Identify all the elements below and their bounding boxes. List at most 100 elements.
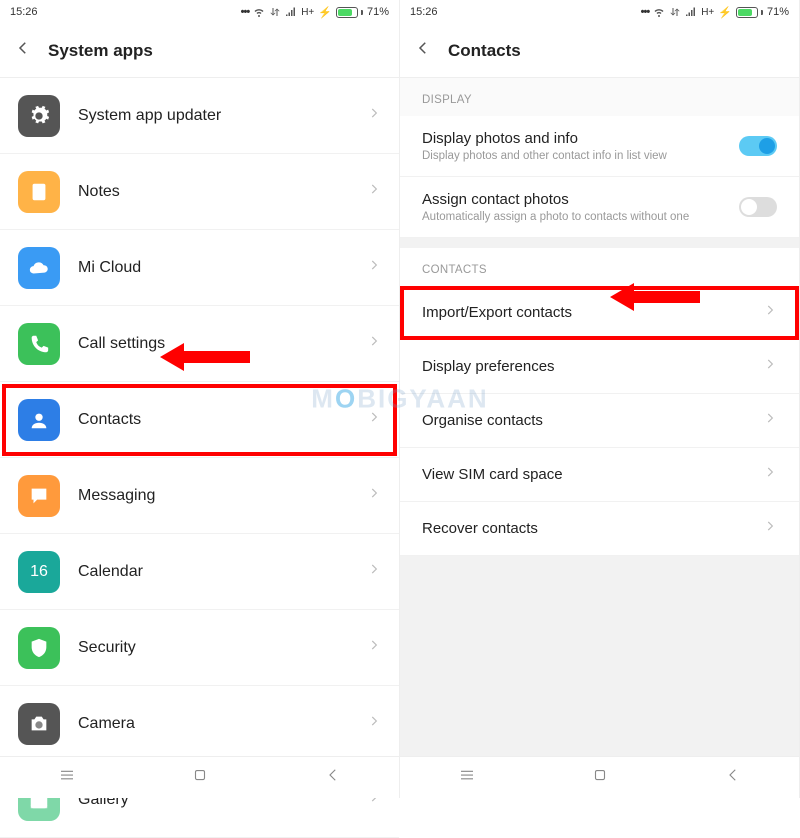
nav-home-button[interactable] [191, 766, 209, 789]
section-gap [400, 238, 799, 248]
list-item-label: System app updater [78, 107, 367, 125]
list-item-label: Camera [78, 715, 367, 733]
nav-back-button[interactable] [724, 766, 742, 789]
chevron-left-icon [724, 766, 742, 784]
battery-pct: 71% [367, 6, 389, 18]
chevron-right-icon [367, 182, 381, 201]
display-settings-list: Display photos and info Display photos an… [400, 116, 799, 238]
menu-icon [58, 766, 76, 784]
settings-row[interactable]: Import/Export contacts [400, 286, 799, 340]
status-icons: ••• H+ ⚡ 71% [641, 6, 789, 19]
list-item-label: Messaging [78, 487, 367, 505]
wifi-icon [253, 6, 265, 18]
phone-icon [18, 323, 60, 365]
list-item-security[interactable]: Security [0, 610, 399, 686]
status-bar: 15:26 ••• H+ ⚡ 71% [0, 0, 399, 24]
status-icons: ••• H+ ⚡ 71% [241, 6, 389, 19]
list-item-system-app-updater[interactable]: System app updater [0, 78, 399, 154]
status-time: 15:26 [10, 6, 38, 18]
list-item-mi-cloud[interactable]: Mi Cloud [0, 230, 399, 306]
more-icon: ••• [241, 6, 250, 18]
list-item-label: Calendar [78, 563, 367, 581]
back-button[interactable] [414, 39, 432, 62]
nav-menu-button[interactable] [58, 766, 76, 789]
calendar-icon: 16 [18, 551, 60, 593]
chevron-right-icon [367, 638, 381, 657]
network-type: H+ [701, 7, 714, 18]
notes-icon [18, 171, 60, 213]
settings-row[interactable]: Recover contacts [400, 502, 799, 556]
message-icon [18, 475, 60, 517]
chevron-left-icon [324, 766, 342, 784]
square-icon [591, 766, 609, 784]
setting-title: Import/Export contacts [422, 304, 763, 321]
chevron-left-icon [14, 39, 32, 57]
setting-subtitle: Automatically assign a photo to contacts… [422, 211, 739, 223]
charging-icon: ⚡ [718, 6, 732, 19]
menu-icon [458, 766, 476, 784]
app-list: System app updaterNotesMi CloudCall sett… [0, 78, 399, 838]
back-button[interactable] [14, 39, 32, 62]
setting-title: Display preferences [422, 358, 763, 375]
highlight-arrow [610, 279, 700, 315]
contacts-icon [18, 399, 60, 441]
phone-left: 15:26 ••• H+ ⚡ 71% System apps System ap… [0, 0, 400, 798]
more-icon: ••• [641, 6, 650, 18]
battery-icon [336, 7, 363, 18]
header: Contacts [400, 24, 799, 78]
list-item-label: Mi Cloud [78, 259, 367, 277]
signal-icon [285, 6, 297, 18]
page-title: System apps [48, 41, 153, 61]
settings-row[interactable]: Organise contacts [400, 394, 799, 448]
nav-back-button[interactable] [324, 766, 342, 789]
list-item-label: Contacts [78, 411, 367, 429]
chevron-right-icon [763, 465, 777, 484]
nav-home-button[interactable] [591, 766, 609, 789]
chevron-right-icon [367, 258, 381, 277]
chevron-right-icon [367, 334, 381, 353]
chevron-right-icon [763, 357, 777, 376]
section-label-contacts: CONTACTS [400, 248, 799, 286]
nav-menu-button[interactable] [458, 766, 476, 789]
settings-row[interactable]: Display photos and info Display photos an… [400, 116, 799, 177]
chevron-right-icon [367, 714, 381, 733]
empty-area [400, 556, 799, 776]
setting-title: Display photos and info [422, 130, 739, 147]
chevron-right-icon [763, 303, 777, 322]
list-item-notes[interactable]: Notes [0, 154, 399, 230]
data-up-down-icon [669, 6, 681, 18]
chevron-right-icon [367, 106, 381, 125]
camera-icon [18, 703, 60, 745]
setting-subtitle: Display photos and other contact info in… [422, 150, 739, 162]
nav-bar [0, 756, 399, 798]
contacts-settings-list: Import/Export contacts Display preference… [400, 286, 799, 556]
network-type: H+ [301, 7, 314, 18]
settings-row[interactable]: Display preferences [400, 340, 799, 394]
settings-row[interactable]: Assign contact photos Automatically assig… [400, 177, 799, 238]
list-item-calendar[interactable]: 16 Calendar [0, 534, 399, 610]
settings-row[interactable]: View SIM card space [400, 448, 799, 502]
list-item-camera[interactable]: Camera [0, 686, 399, 762]
setting-title: View SIM card space [422, 466, 763, 483]
chevron-left-icon [414, 39, 432, 57]
list-item-messaging[interactable]: Messaging [0, 458, 399, 534]
list-item-contacts[interactable]: Contacts [0, 382, 399, 458]
list-item-label: Notes [78, 183, 367, 201]
toggle-switch[interactable] [739, 197, 777, 217]
toggle-switch[interactable] [739, 136, 777, 156]
chevron-right-icon [367, 410, 381, 429]
chevron-right-icon [367, 562, 381, 581]
list-item-label: Security [78, 639, 367, 657]
setting-title: Assign contact photos [422, 191, 739, 208]
setting-title: Recover contacts [422, 520, 763, 537]
phone-right: 15:26 ••• H+ ⚡ 71% Contacts DISPLAY D [400, 0, 800, 798]
nav-bar [400, 756, 799, 798]
battery-icon [736, 7, 763, 18]
page-title: Contacts [448, 41, 521, 61]
charging-icon: ⚡ [318, 6, 332, 19]
shield-icon [18, 627, 60, 669]
wifi-icon [653, 6, 665, 18]
signal-icon [685, 6, 697, 18]
data-up-down-icon [269, 6, 281, 18]
cloud-icon [18, 247, 60, 289]
